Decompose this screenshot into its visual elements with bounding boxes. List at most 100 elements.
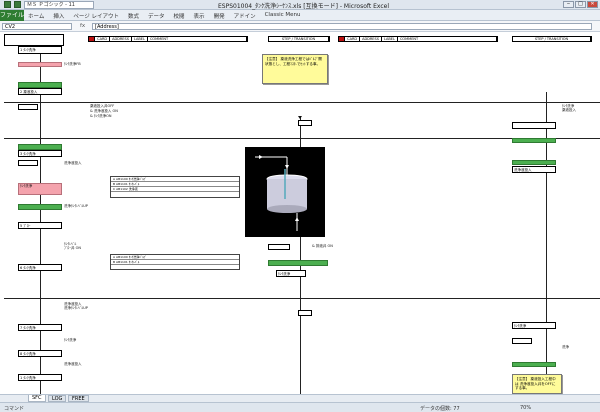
label-left-1: ﾀﾝｸ洗浄FB xyxy=(64,62,81,66)
minimize-button[interactable]: ‒ xyxy=(563,1,574,8)
status-count: データの個数: 77 xyxy=(420,406,460,412)
right-green-1[interactable] xyxy=(512,138,556,143)
step-num-box-2[interactable] xyxy=(18,104,38,110)
table-row: C AB1102 洗浄液 xyxy=(111,187,239,192)
right-step-box-1[interactable] xyxy=(512,122,556,129)
header-address-right: ADDRESS xyxy=(360,37,382,41)
sheet-tabs-bar: SFC LOG FREE xyxy=(0,394,600,402)
header-card-right: CARD xyxy=(345,37,361,41)
mid-step-num-2[interactable] xyxy=(268,244,290,250)
label-left-2: 洗浄液投入 xyxy=(64,161,82,165)
left-step-header: STEP / TRANSITION xyxy=(268,36,330,42)
ribbon: ファイル ホーム 挿入 ページ レイアウト 数式 データ 校閲 表示 開発 アド… xyxy=(0,10,600,21)
condition-table-2: A AB1100 ﾀﾝｸ洗浄ﾊﾞﾙﾌﾞ B AB1101 ﾀﾝｸﾚﾍﾞﾙ xyxy=(110,254,240,270)
branch-line-1 xyxy=(4,102,600,103)
tab-classic-menu[interactable]: Classic Menu xyxy=(265,12,301,20)
step-box-2[interactable]: 2 薬液投入 xyxy=(18,88,62,95)
step-box-3[interactable]: 3 ﾀﾝｸ洗浄 xyxy=(18,150,62,157)
label-mid-3: & ﾀﾝｸ洗浄ON xyxy=(90,114,112,118)
tab-data[interactable]: データ xyxy=(148,12,165,20)
label-left-6: ﾀﾝｸ洗浄 xyxy=(64,338,77,342)
tab-developer[interactable]: 開発 xyxy=(214,12,225,20)
save-icon[interactable] xyxy=(14,1,21,8)
branch-line-2 xyxy=(4,138,600,139)
label-left-3: 洗浄ﾀﾝｸﾚﾍﾞﾙUP xyxy=(64,204,88,208)
sheet-tab-sfc[interactable]: SFC xyxy=(28,395,46,402)
branch-line-3 xyxy=(4,298,600,299)
window-controls: ‒ □ ✕ xyxy=(563,1,598,8)
header-step-transition-right: STEP / TRANSITION xyxy=(513,37,591,41)
right-column-header: CARD ADDRESS LABEL COMMENT xyxy=(338,36,498,42)
tank-diagram xyxy=(245,147,325,237)
right-step-box-3[interactable]: ﾀﾝｸ洗浄 xyxy=(512,322,556,329)
header-label-right: LABEL xyxy=(381,37,398,41)
tab-view[interactable]: 表示 xyxy=(194,12,205,20)
fx-icon[interactable]: fx xyxy=(80,23,85,29)
sheet-tab-log[interactable]: LOG xyxy=(48,395,67,402)
zoom-level[interactable]: 70% xyxy=(520,405,531,411)
step-box-1[interactable]: 1 ﾀﾝｸ洗浄 xyxy=(18,46,62,54)
left-column-header: CARD ADDRESS LABEL COMMENT xyxy=(88,36,248,42)
header-address: ADDRESS xyxy=(110,37,132,41)
right-green-2[interactable] xyxy=(512,160,556,165)
step-box-7[interactable]: 8 ﾀﾝｸ洗浄 xyxy=(18,350,62,357)
tab-home[interactable]: ホーム xyxy=(28,12,44,20)
tab-formulas[interactable]: 数式 xyxy=(128,12,139,20)
label-left-5: 洗浄ﾀﾝｸﾚﾍﾞﾙUP xyxy=(64,306,88,310)
label-mid-1: 薬液投入弁OFF xyxy=(90,104,115,108)
header-step-transition: STEP / TRANSITION xyxy=(269,37,329,41)
label-mid-6: & 排液弁 ON xyxy=(312,244,333,248)
formula-input[interactable]: [Address] xyxy=(92,23,592,30)
header-label: LABEL xyxy=(131,37,148,41)
right-step-header: STEP / TRANSITION xyxy=(512,36,592,42)
maximize-button[interactable]: □ xyxy=(575,1,586,8)
mid-step-num-1[interactable] xyxy=(298,120,312,126)
table-row: B AB1101 ﾀﾝｸﾚﾍﾞﾙ xyxy=(111,260,239,265)
step-num-box-3[interactable] xyxy=(18,160,38,166)
sfc-trunk-left xyxy=(40,46,41,394)
tab-page-layout[interactable]: ページ レイアウト xyxy=(73,12,119,20)
excel-icon[interactable] xyxy=(4,1,11,8)
status-mode: コマンド xyxy=(4,406,25,412)
quick-access-toolbar: ＭＳ Ｐゴシック - 11 xyxy=(4,1,94,9)
name-box[interactable]: CV2 xyxy=(2,23,72,30)
mid-step-num-3[interactable] xyxy=(298,310,312,316)
header-card: CARD xyxy=(95,37,111,41)
tab-review[interactable]: 校閲 xyxy=(174,12,185,20)
right-label-5: 洗浄 xyxy=(562,345,569,349)
sheet-tab-free[interactable]: FREE xyxy=(68,395,89,402)
tab-addins[interactable]: アドイン xyxy=(234,12,256,20)
note-bottom[interactable]: 【注意】 薬液投入工程中は 洗浄液投入弁をOFFに する事。 xyxy=(512,374,562,394)
right-step-box-2[interactable]: 洗浄液投入 xyxy=(512,166,556,173)
green-step-3[interactable] xyxy=(18,204,62,210)
right-green-3[interactable] xyxy=(512,362,556,367)
step-box-5[interactable]: 6 ﾀﾝｸ洗浄 xyxy=(18,264,62,271)
tab-insert[interactable]: 挿入 xyxy=(53,12,64,20)
pink-step-1[interactable] xyxy=(18,62,62,67)
note-yellow[interactable]: 【注意】 薬液洗浄工程ではﾊﾞﾙﾌﾞ開状態とし、工程ﾏｽﾀ-でｾｯﾄする事。 xyxy=(262,54,328,84)
window-title: ESPS01004_ﾀﾝｸ洗浄ｼｰｹﾝｽ.xls [互換モード] - Micro… xyxy=(218,3,390,10)
step-box-8[interactable]: 1 ﾀﾝｸ洗浄 xyxy=(18,374,62,381)
step-box-6[interactable]: 7 ﾀﾝｸ洗浄 xyxy=(18,324,62,331)
step-label-4: ﾀﾝｸ洗浄 xyxy=(20,184,33,188)
file-tab[interactable]: ファイル xyxy=(0,10,24,21)
header-comment: COMMENT xyxy=(147,37,247,41)
green-step-mid[interactable] xyxy=(268,260,328,266)
status-bar: コマンド データの個数: 77 70% xyxy=(0,402,600,412)
right-step-num[interactable] xyxy=(512,338,532,344)
formula-bar: CV2 fx [Address] xyxy=(0,21,600,32)
worksheet[interactable]: CARD ADDRESS LABEL COMMENT STEP / TRANSI… xyxy=(0,32,600,394)
tank-icon xyxy=(255,155,308,231)
step-box-4[interactable]: 5 ﾌﾞﾛｰ xyxy=(18,222,62,229)
mid-step-box[interactable]: ﾀﾝｸ洗浄 xyxy=(276,270,306,277)
title-bar: ＭＳ Ｐゴシック - 11 ESPS01004_ﾀﾝｸ洗浄ｼｰｹﾝｽ.xls [… xyxy=(0,0,600,10)
label-left-7: 洗浄液投入 xyxy=(64,362,82,366)
ribbon-tabs: ホーム 挿入 ページ レイアウト 数式 データ 校閲 表示 開発 アドイン Cl… xyxy=(28,12,300,20)
close-button[interactable]: ✕ xyxy=(587,1,598,8)
label-mid-5: ﾌﾞﾛｰ弁 ON xyxy=(64,246,81,250)
label-mid-2: & 洗浄液投入 ON xyxy=(90,109,118,113)
sheet-legend xyxy=(4,34,64,46)
condition-table-1: A AB1100 ﾀﾝｸ洗浄ﾊﾞﾙﾌﾞ B AB1101 ﾀﾝｸﾚﾍﾞﾙ C A… xyxy=(110,176,240,198)
font-box[interactable]: ＭＳ Ｐゴシック - 11 xyxy=(24,1,94,9)
arrow-down-icon xyxy=(298,116,302,119)
